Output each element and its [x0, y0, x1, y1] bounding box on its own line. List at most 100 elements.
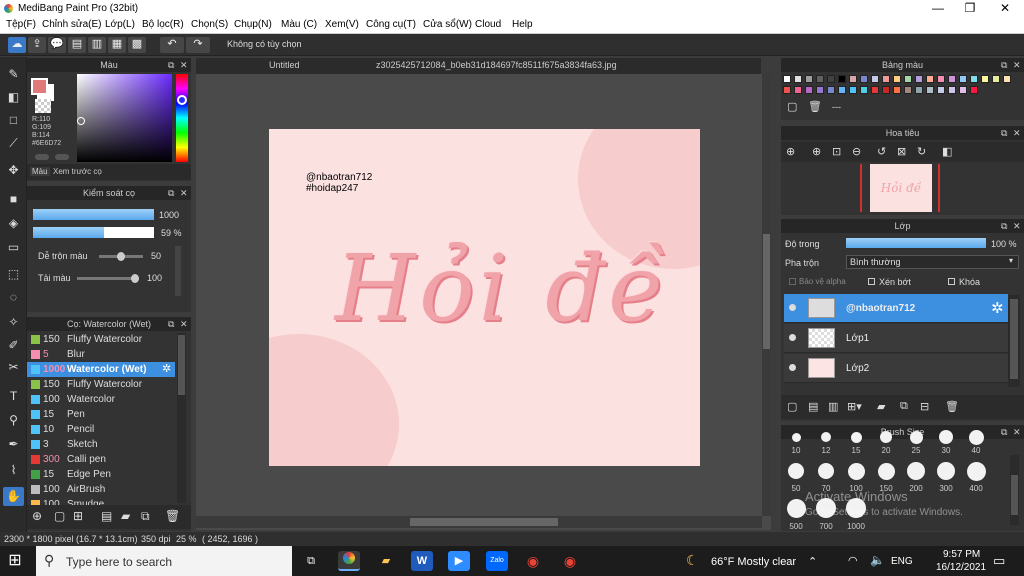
size-slider[interactable]	[33, 209, 154, 220]
rotate-right-icon[interactable]: ↻	[917, 145, 926, 158]
palette-swatch[interactable]	[915, 75, 923, 83]
brush-size-dot[interactable]	[907, 462, 925, 480]
select-rect-icon[interactable]: ⬚	[3, 265, 24, 284]
text-tool-icon[interactable]: T	[3, 387, 24, 406]
dropper-tool-icon[interactable]: ✒	[3, 435, 24, 454]
clock-date[interactable]: 16/12/2021	[936, 562, 986, 573]
new-8bit-layer-icon[interactable]: ▤	[808, 400, 818, 413]
brush-item[interactable]: 3 Sketch	[27, 437, 175, 452]
close-panel-icon[interactable]: ✕	[1013, 126, 1021, 140]
detach-icon[interactable]: ⧉	[1001, 425, 1007, 439]
palette-swatch[interactable]	[805, 86, 813, 94]
eye-icon[interactable]	[789, 364, 796, 371]
brush-size-dot[interactable]	[968, 429, 984, 445]
grid-icon[interactable]: ▦	[108, 37, 126, 53]
brush-control-scrollbar[interactable]	[175, 246, 181, 296]
palette-swatch[interactable]	[904, 75, 912, 83]
palette-swatch[interactable]	[849, 75, 857, 83]
close-panel-icon[interactable]: ✕	[180, 317, 188, 331]
brush-item[interactable]: 100 Watercolor	[27, 392, 175, 407]
new-file-icon[interactable]: ▢	[54, 509, 65, 523]
blend-knob[interactable]	[117, 252, 125, 261]
move-tool-icon[interactable]: ✥	[3, 161, 24, 180]
brush-item[interactable]: 10 Pencil	[27, 422, 175, 437]
bucket-tool-icon[interactable]: ◈	[3, 214, 24, 233]
menu-layer[interactable]: Lớp(L)	[105, 19, 135, 30]
brush-size-dot[interactable]	[791, 432, 801, 442]
palette-swatch[interactable]	[827, 75, 835, 83]
rotate-left-icon[interactable]: ↺	[877, 145, 886, 158]
notification-icon[interactable]: ▭	[993, 553, 1005, 569]
palette-swatch[interactable]	[992, 75, 1000, 83]
canvas-paper[interactable]: @nbaotran712 #hoidap247 Hỏi đề	[269, 129, 700, 466]
zoom-in2-icon[interactable]: ⊕	[812, 145, 821, 158]
reload-slider[interactable]	[77, 274, 139, 283]
blend-mode-select[interactable]: Bình thường ▾	[846, 255, 1019, 269]
palette-swatch[interactable]	[926, 75, 934, 83]
add-material-icon[interactable]: ⊞	[73, 509, 83, 523]
weather-text[interactable]: 66°F Mostly clear	[711, 556, 796, 568]
new-layer-icon[interactable]: ▢	[787, 400, 797, 413]
palette-swatch[interactable]	[783, 75, 791, 83]
canvas-area[interactable]: @nbaotran712 #hoidap247 Hỏi đề	[196, 74, 771, 530]
windows-start-icon[interactable]: ⊞	[4, 551, 26, 571]
palette-swatch[interactable]	[1003, 75, 1011, 83]
brush-list-scrollbar[interactable]	[177, 333, 186, 503]
palette-swatch[interactable]	[794, 75, 802, 83]
wifi-icon[interactable]: ◠	[848, 554, 858, 567]
blend-slider[interactable]	[99, 252, 143, 261]
medibang-app-icon[interactable]	[338, 551, 360, 571]
language-indicator[interactable]: ENG	[891, 556, 913, 567]
add-brush-icon[interactable]: ⊕	[32, 509, 42, 523]
brush-item[interactable]: 100 AirBrush	[27, 482, 175, 497]
palette-swatch[interactable]	[849, 86, 857, 94]
palette-swatch[interactable]	[926, 86, 934, 94]
brush-size-scrollbar[interactable]	[1010, 455, 1019, 525]
brush-item[interactable]: 100 Smudge	[27, 497, 175, 505]
tab-brush-preview[interactable]: Xem trước cọ	[53, 167, 102, 176]
magic-wand-icon[interactable]: ✧	[3, 313, 24, 332]
palette-swatch[interactable]	[794, 86, 802, 94]
palette-swatch[interactable]	[838, 86, 846, 94]
menu-filter[interactable]: Bộ lọc(R)	[142, 19, 184, 30]
menu-select[interactable]: Chọn(S)	[191, 19, 228, 30]
opacity-slider[interactable]	[33, 227, 154, 238]
clip-checkbox[interactable]	[868, 278, 875, 285]
palette-swatch[interactable]	[816, 86, 824, 94]
lasso-tool-icon[interactable]: ◌	[3, 288, 24, 307]
eraser-tool-icon[interactable]: ◧	[3, 88, 24, 107]
flip-icon[interactable]: ◧	[942, 145, 952, 158]
delete-layer-icon[interactable]: 🗑	[945, 400, 959, 413]
menu-edit[interactable]: Chỉnh sửa(E)	[42, 19, 102, 30]
menu-snap[interactable]: Chụp(N)	[234, 19, 272, 30]
brush-item[interactable]: 300 Calli pen	[27, 452, 175, 467]
gear-icon[interactable]: ✲	[991, 299, 1004, 317]
delete-palette-icon[interactable]: 🗑	[808, 100, 822, 113]
swap-icon[interactable]	[35, 154, 49, 160]
palette-swatch[interactable]	[882, 86, 890, 94]
brush-size-dot[interactable]	[821, 432, 831, 442]
palette-swatch[interactable]	[783, 86, 791, 94]
grid2-icon[interactable]: ▩	[128, 37, 146, 53]
reset-view-icon[interactable]: ⊠	[897, 145, 906, 158]
task-view-icon[interactable]: ⧉	[300, 551, 322, 571]
volume-icon[interactable]: 🔈	[870, 553, 885, 567]
detach-icon[interactable]: ⧉	[168, 186, 174, 200]
saturation-value-picker[interactable]	[77, 74, 172, 162]
tray-chevron-icon[interactable]: ⌃	[808, 555, 817, 568]
file-explorer-icon[interactable]: ▰	[375, 551, 397, 571]
brush-size-dot[interactable]	[939, 430, 953, 444]
brush-size-dot[interactable]	[850, 431, 862, 443]
eye-icon[interactable]	[789, 334, 796, 341]
menu-cloud[interactable]: Cloud	[475, 19, 501, 30]
duplicate-layer-icon[interactable]: ⧉	[900, 400, 908, 413]
close-panel-icon[interactable]: ✕	[180, 58, 188, 72]
chrome-icon[interactable]: ◉	[522, 551, 544, 571]
navigator-viewport[interactable]: Hỏi đề	[860, 164, 940, 212]
vertical-scrollbar[interactable]	[762, 74, 771, 516]
layer-row-selected[interactable]: @nbaotran712 ✲	[784, 294, 1008, 323]
brush-item[interactable]: 5 Blur	[27, 347, 175, 362]
brush-item[interactable]: 150 Fluffy Watercolor	[27, 377, 175, 392]
tab-color[interactable]: Màu	[30, 167, 50, 176]
palette-swatch[interactable]	[948, 75, 956, 83]
